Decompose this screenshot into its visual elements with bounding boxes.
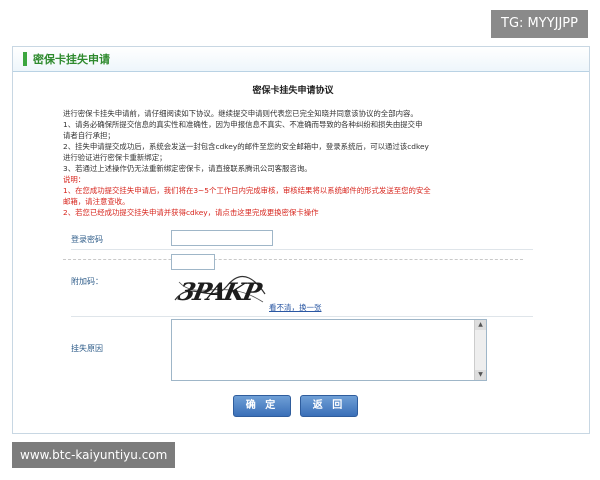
- password-input[interactable]: [171, 230, 273, 246]
- code-row: 附加码： 3PAKP 看不清，换一张: [71, 252, 533, 317]
- code-input[interactable]: [171, 254, 215, 270]
- password-row: 登录密码: [71, 229, 533, 250]
- captcha-text: 3PAKP: [176, 277, 265, 306]
- agreement-line: 2、挂失申请提交成功后，系统会发送一封包含cdkey的邮件至您的安全邮箱中，登录…: [63, 142, 429, 151]
- panel-title: 密保卡挂失申请: [33, 53, 110, 66]
- refresh-captcha-link[interactable]: 看不清，换一张: [269, 302, 322, 313]
- agreement-body: 进行密保卡挂失申请前，请仔细阅读如下协议。继续提交申请则代表您已完全知晓并同意该…: [63, 108, 523, 218]
- agreement-line: 3、若通过上述操作仍无法重新绑定密保卡，请直接联系腾讯公司客服咨询。: [63, 164, 312, 173]
- scroll-up-icon[interactable]: ▲: [475, 320, 486, 330]
- back-button[interactable]: 返 回: [300, 395, 358, 417]
- agreement-line: 1、请务必确保所提交信息的真实性和准确性，因为申报信息不真实、不准确而导致的各种…: [63, 120, 423, 129]
- password-label: 登录密码: [71, 235, 103, 244]
- captcha-image: 3PAKP: [171, 272, 269, 308]
- confirm-button[interactable]: 确 定: [233, 395, 291, 417]
- header-accent-bar: [23, 52, 27, 66]
- reason-row: 挂失原因 ▲ ▼: [71, 319, 533, 383]
- notice-line: 说明：: [63, 175, 86, 184]
- scroll-down-icon[interactable]: ▼: [475, 370, 486, 380]
- agreement-line: 请者自行承担；: [63, 131, 115, 140]
- watermark-url: www.btc-kaiyuntiyu.com: [12, 442, 176, 468]
- reason-textarea[interactable]: [171, 319, 487, 381]
- reason-scrollbar[interactable]: ▲ ▼: [474, 320, 486, 380]
- agreement-line: 进行验证进行密保卡重新绑定；: [63, 153, 167, 162]
- notice-line: 邮箱，请注意查收。: [63, 197, 130, 206]
- agreement-title: 密保卡挂失申请协议: [252, 86, 334, 96]
- watermark-tg: TG: MYYJJPP: [491, 10, 588, 38]
- panel-header: 密保卡挂失申请: [13, 47, 589, 72]
- reason-label: 挂失原因: [71, 344, 103, 353]
- agreement-line: 进行密保卡挂失申请前，请仔细阅读如下协议。继续提交申请则代表您已完全知晓并同意该…: [63, 109, 418, 118]
- notice-line: 1、在您成功提交挂失申请后，我们将在3~5个工作日内完成审核，审核结果将以系统邮…: [63, 186, 431, 195]
- lost-card-form-panel: 密保卡挂失申请 密保卡挂失申请协议 进行密保卡挂失申请前，请仔细阅读如下协议。继…: [12, 46, 590, 434]
- change-card-link[interactable]: 2、若您已经成功提交挂失申请并获得cdkey，请点击这里完成更换密保卡操作: [63, 207, 523, 218]
- code-label: 附加码：: [71, 277, 103, 286]
